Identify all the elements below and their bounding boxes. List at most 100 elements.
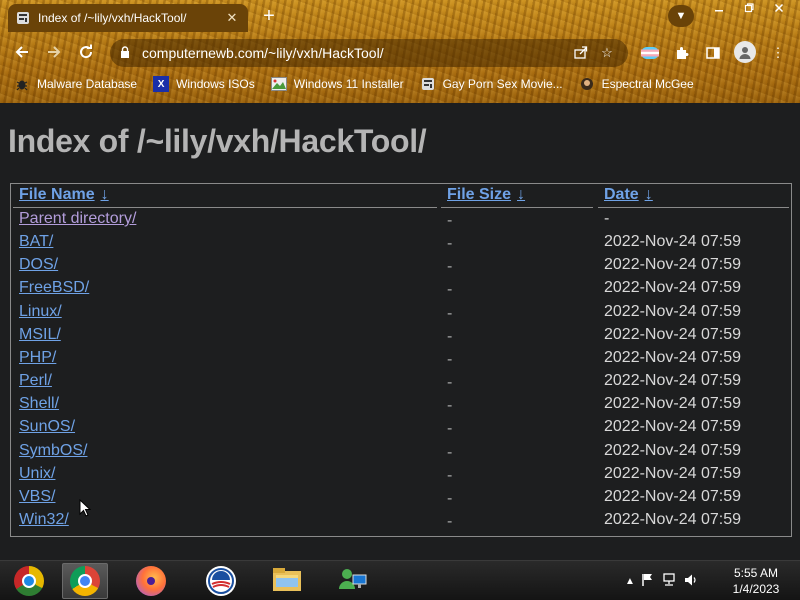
minimize-button[interactable] xyxy=(704,0,734,16)
file-explorer-icon xyxy=(271,565,303,598)
directory-link[interactable]: MSIL/ xyxy=(19,326,61,344)
directory-link[interactable]: Unix/ xyxy=(19,465,55,483)
date-cell: 2022-Nov-24 07:59 xyxy=(604,348,741,366)
back-button[interactable] xyxy=(10,41,34,63)
lock-icon xyxy=(120,45,132,61)
bookmark-windows-11-installer[interactable]: Windows 11 Installer xyxy=(270,76,404,92)
table-row: Unix/ - 2022-Nov-24 07:59 xyxy=(11,464,791,487)
directory-link[interactable]: DOS/ xyxy=(19,256,58,274)
bookmark-windows-isos[interactable]: X Windows ISOs xyxy=(153,76,255,92)
taskbar-chrome[interactable] xyxy=(62,563,108,599)
profile-avatar-icon[interactable] xyxy=(734,41,756,63)
directory-link[interactable]: Perl/ xyxy=(19,372,52,390)
forward-button[interactable] xyxy=(42,41,66,63)
reload-button[interactable] xyxy=(74,41,98,63)
file-size-cell: - xyxy=(447,420,453,438)
directory-link[interactable]: PHP/ xyxy=(19,349,56,367)
header-divider xyxy=(441,207,593,208)
directory-link[interactable]: FreeBSD/ xyxy=(19,279,89,297)
table-row: Perl/ - 2022-Nov-24 07:59 xyxy=(11,371,791,394)
directory-link[interactable]: SunOS/ xyxy=(19,418,75,436)
date-cell: 2022-Nov-24 07:59 xyxy=(604,256,741,274)
file-listing-table: File Name ↓ File Size ↓ Date ↓ Parent direc… xyxy=(10,183,792,537)
reload-icon xyxy=(80,44,93,59)
date-cell: 2022-Nov-24 07:59 xyxy=(604,302,741,320)
windows-taskbar: ▲ 5:55 AM 1/4/2023 xyxy=(0,560,800,600)
file-size-cell: - xyxy=(447,327,453,345)
bookmark-label: Windows 11 Installer xyxy=(293,77,404,91)
bookmark-malware-database[interactable]: Malware Database xyxy=(14,76,137,92)
chrome-icon xyxy=(70,566,100,596)
show-hidden-icons-chevron-icon[interactable]: ▲ xyxy=(622,576,638,587)
file-size-cell: - xyxy=(447,350,453,368)
browser-tab[interactable]: Index of /~lily/vxh/HackTool/ ✕ xyxy=(8,4,248,32)
clock-time: 5:55 AM xyxy=(733,566,779,580)
date-cell: 2022-Nov-24 07:59 xyxy=(604,395,741,413)
bookmark-label: Gay Porn Sex Movie... xyxy=(442,77,563,91)
file-size-cell: - xyxy=(447,212,453,229)
action-center-flag-icon[interactable] xyxy=(638,573,658,590)
sort-arrow-icon: ↓ xyxy=(100,186,109,203)
table-row: SymbOS/ - 2022-Nov-24 07:59 xyxy=(11,441,791,464)
bookmarks-bar: Malware Database X Windows ISOs Windows … xyxy=(0,72,800,96)
bookmark-espectral-mcgee[interactable]: Espectral McGee xyxy=(579,76,694,92)
table-row: MSIL/ - 2022-Nov-24 07:59 xyxy=(11,325,791,348)
parent-directory-link[interactable]: Parent directory/ xyxy=(19,210,136,228)
sort-by-size-link[interactable]: File Size ↓ xyxy=(447,186,525,204)
mouse-cursor-icon xyxy=(79,499,91,517)
bug-icon xyxy=(14,76,30,92)
image-icon xyxy=(270,76,287,92)
taskbar-firefox[interactable] xyxy=(128,563,174,599)
file-size-cell: - xyxy=(447,281,453,299)
bookmark-label: Malware Database xyxy=(37,77,138,91)
tab-search-button[interactable]: ▼ xyxy=(668,5,694,27)
address-bar[interactable]: computernewb.com/~lily/vxh/HackTool/ ☆ xyxy=(110,39,628,67)
file-size-cell: - xyxy=(447,489,453,507)
taskbar-chrome-canary[interactable] xyxy=(6,563,52,599)
maximize-button[interactable] xyxy=(734,0,764,16)
address-url: computernewb.com/~lily/vxh/HackTool/ xyxy=(142,45,384,61)
sort-by-date-link[interactable]: Date ↓ xyxy=(604,186,653,204)
pride-flag-extension-icon[interactable] xyxy=(640,43,660,63)
bookmark-gay-porn-sex-movie[interactable]: Gay Porn Sex Movie... xyxy=(420,76,563,92)
date-cell: 2022-Nov-24 07:59 xyxy=(604,487,741,505)
puzzle-extensions-icon[interactable] xyxy=(672,43,692,63)
ascii-art-icon xyxy=(420,76,436,92)
directory-link[interactable]: Linux/ xyxy=(19,303,62,321)
table-row: FreeBSD/ - 2022-Nov-24 07:59 xyxy=(11,278,791,301)
kebab-menu-icon[interactable]: ⋮ xyxy=(768,43,788,63)
network-icon[interactable] xyxy=(658,572,680,590)
file-size-cell: - xyxy=(447,374,453,392)
date-cell: 2022-Nov-24 07:59 xyxy=(604,441,741,459)
window-controls xyxy=(704,0,794,16)
directory-link[interactable]: Shell/ xyxy=(19,395,59,413)
table-header: File Name ↓ File Size ↓ Date ↓ xyxy=(11,184,791,208)
volume-icon[interactable] xyxy=(680,573,702,590)
share-icon[interactable] xyxy=(570,45,592,62)
browser-toolbar: computernewb.com/~lily/vxh/HackTool/ ☆ ⋮ xyxy=(0,35,800,69)
chevron-down-icon: ▼ xyxy=(675,10,687,22)
taskbar-file-explorer[interactable] xyxy=(264,563,310,599)
header-divider xyxy=(13,207,437,208)
close-window-button[interactable] xyxy=(764,0,794,16)
date-cell: 2022-Nov-24 07:59 xyxy=(604,325,741,343)
obama-logo-icon xyxy=(206,566,236,596)
table-row: Win32/ - 2022-Nov-24 07:59 xyxy=(11,510,791,533)
directory-link[interactable]: VBS/ xyxy=(19,488,55,506)
directory-link[interactable]: Win32/ xyxy=(19,511,69,529)
new-tab-button[interactable]: + xyxy=(258,5,280,27)
star-bookmark-icon[interactable]: ☆ xyxy=(596,45,618,61)
file-size-cell: - xyxy=(447,258,453,276)
directory-link[interactable]: BAT/ xyxy=(19,233,53,251)
clock-date: 1/4/2023 xyxy=(732,582,780,596)
file-size-cell: - xyxy=(447,443,453,461)
taskbar-network-app[interactable] xyxy=(330,563,376,599)
table-row: Parent directory/ - - xyxy=(11,209,791,232)
side-panel-icon[interactable] xyxy=(703,43,723,63)
taskbar-obama-logo-app[interactable] xyxy=(198,563,244,599)
taskbar-clock[interactable]: 5:55 AM 1/4/2023 xyxy=(718,565,794,597)
directory-link[interactable]: SymbOS/ xyxy=(19,442,87,460)
sort-by-name-link[interactable]: File Name ↓ xyxy=(19,186,109,204)
table-row: DOS/ - 2022-Nov-24 07:59 xyxy=(11,255,791,278)
tab-close-icon[interactable]: ✕ xyxy=(224,10,240,26)
